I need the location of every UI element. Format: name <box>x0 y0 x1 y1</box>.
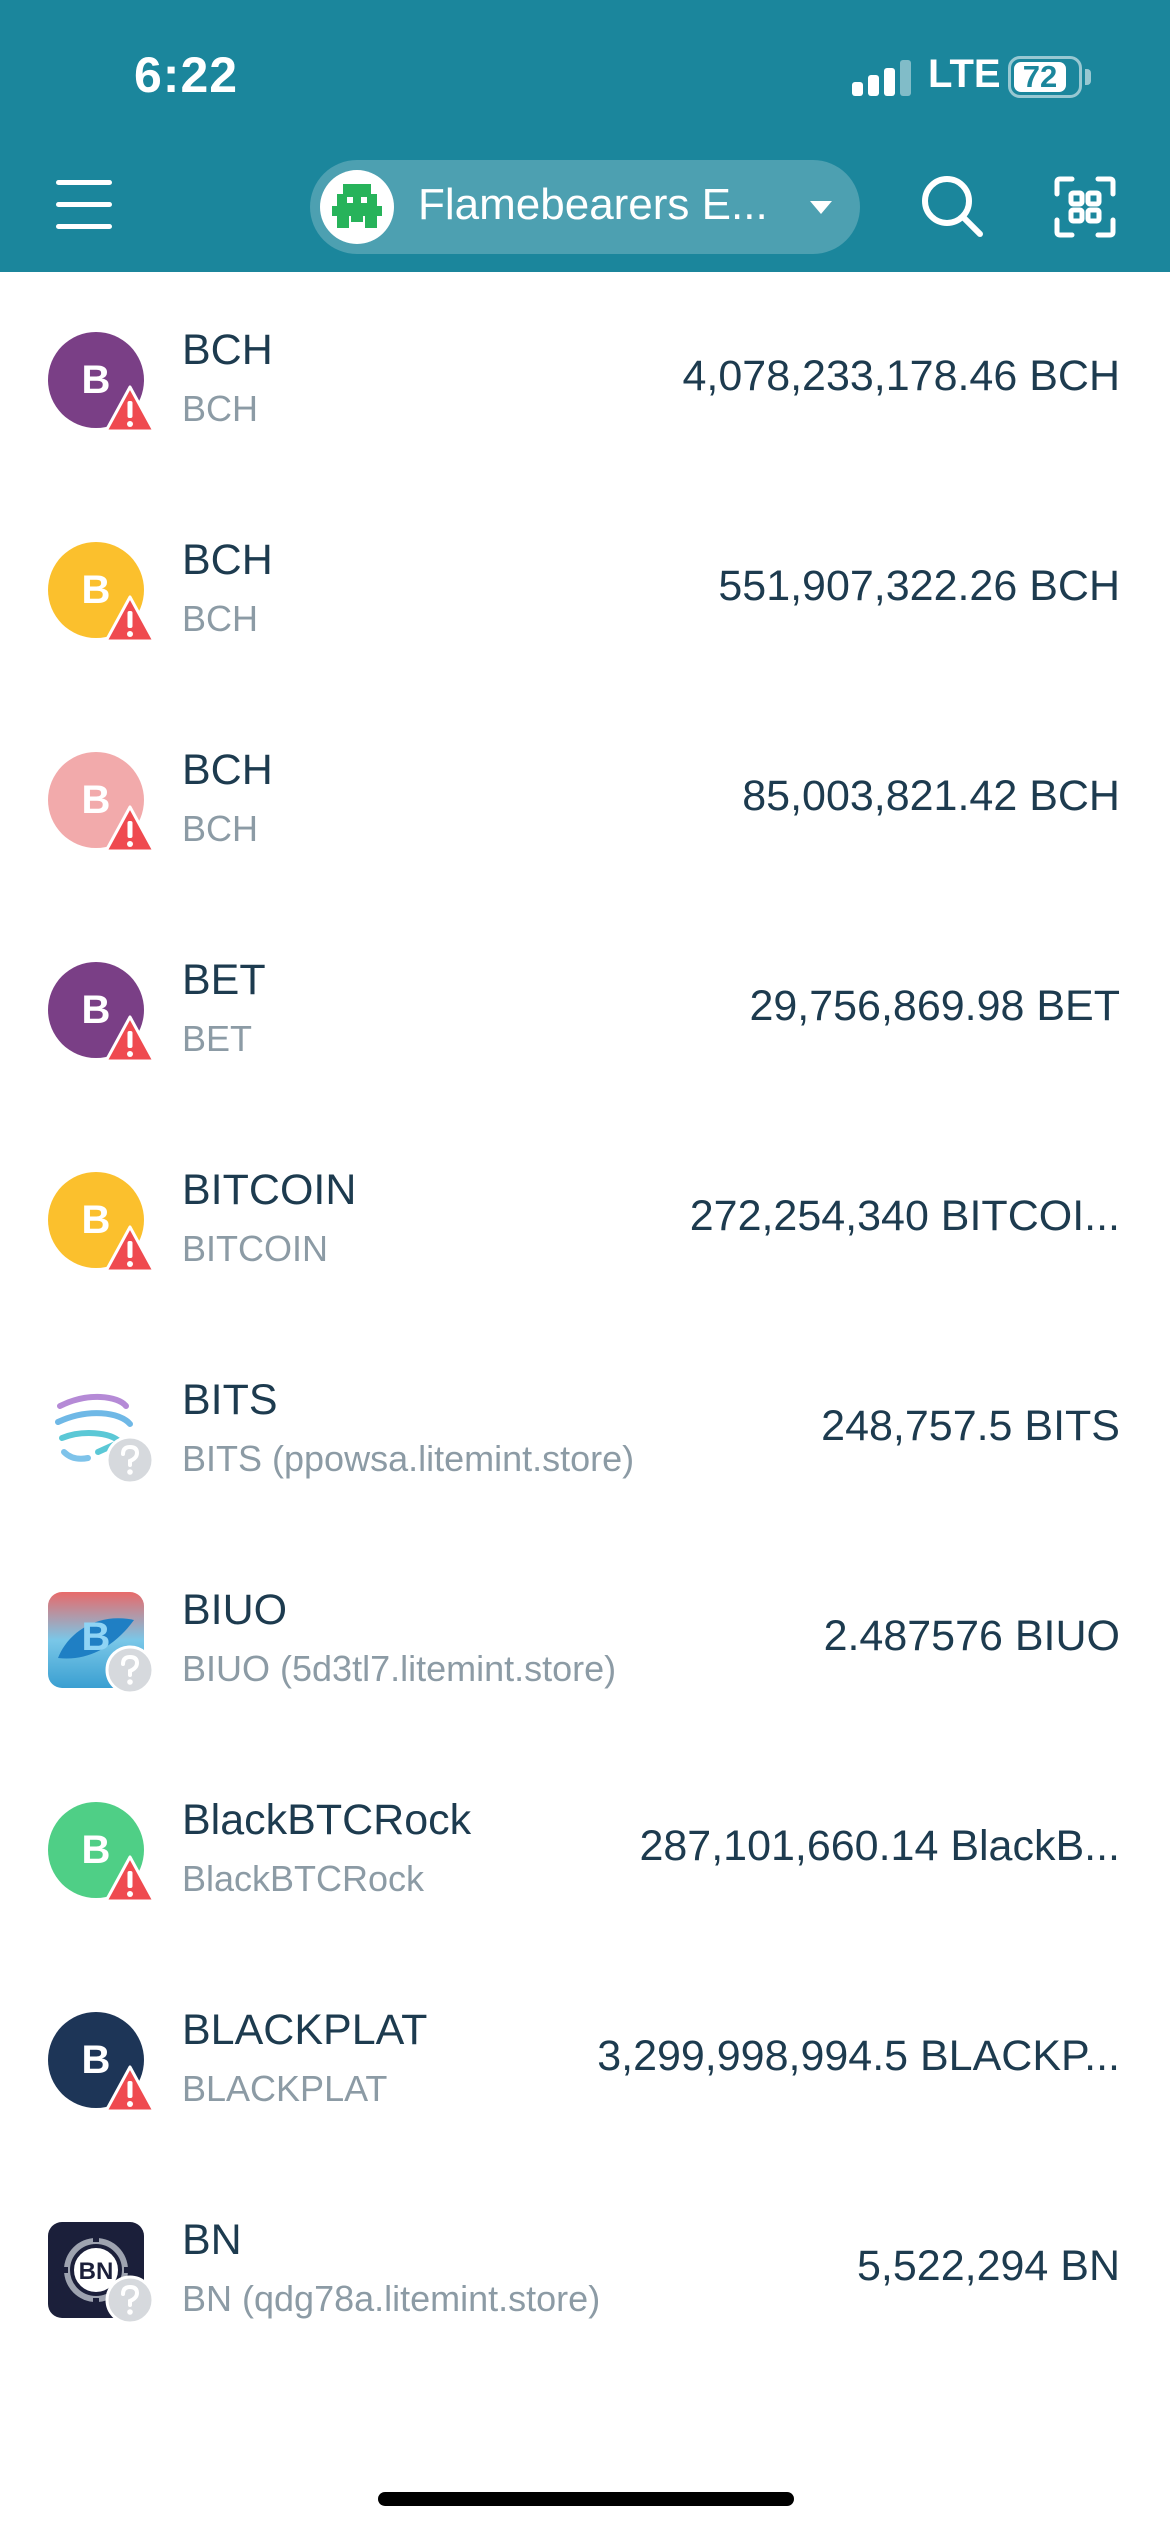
token-balance: 29,756,869.98 BET <box>749 982 1120 1030</box>
top-bar: 6:22 LTE 72 Flamebearers E... <box>0 0 1170 272</box>
warning-icon <box>104 1015 156 1063</box>
account-name: Flamebearers E... <box>418 180 768 229</box>
token-name: BN <box>182 2216 242 2264</box>
qr-scan-icon[interactable] <box>1054 176 1116 238</box>
token-row[interactable]: B BlackBTCRock BlackBTCRock 287,101,660.… <box>0 1742 1170 1952</box>
token-row[interactable]: B BCH BCH 85,003,821.42 BCH <box>0 692 1170 902</box>
token-row[interactable]: BITS BITS (ppowsa.litemint.store) 248,75… <box>0 1322 1170 1532</box>
token-code: BCH <box>182 808 259 849</box>
warning-icon <box>104 1225 156 1273</box>
token-code: BET <box>182 1018 253 1059</box>
token-name: BCH <box>182 746 273 794</box>
token-name: BET <box>182 956 266 1004</box>
battery-icon: 72 <box>1008 56 1082 98</box>
token-list: B BCH BCH 4,078,233,178.46 BCH B BCH BCH… <box>0 272 1170 2372</box>
account-selector[interactable]: Flamebearers E... <box>310 160 860 254</box>
question-icon <box>105 1645 155 1695</box>
token-row[interactable]: B BET BET 29,756,869.98 BET <box>0 902 1170 1112</box>
token-name: BITCOIN <box>182 1166 357 1214</box>
token-balance: 3,299,998,994.5 BLACKP... <box>597 2032 1120 2080</box>
home-indicator[interactable] <box>378 2492 794 2506</box>
cellular-signal-icon <box>852 60 912 96</box>
warning-icon <box>104 385 156 433</box>
token-code: BITCOIN <box>182 1228 329 1269</box>
token-name: BCH <box>182 536 273 584</box>
token-balance: 5,522,294 BN <box>857 2242 1120 2290</box>
battery-level: 72 <box>1022 59 1058 94</box>
warning-icon <box>104 1855 156 1903</box>
token-issuer: BN (qdg78a.litemint.store) <box>182 2278 601 2319</box>
token-row[interactable]: B BIUO BIUO (5d3tl7.litemint.store) 2.48… <box>0 1532 1170 1742</box>
token-code: BlackBTCRock <box>182 1858 425 1899</box>
token-balance: 85,003,821.42 BCH <box>742 772 1120 820</box>
token-row[interactable]: B BLACKPLAT BLACKPLAT 3,299,998,994.5 BL… <box>0 1952 1170 2162</box>
token-balance: 2.487576 BIUO <box>823 1612 1120 1660</box>
battery-cap <box>1085 69 1091 85</box>
token-name: BIUO <box>182 1586 288 1634</box>
token-code: BCH <box>182 388 259 429</box>
token-balance: 287,101,660.14 BlackB... <box>639 1822 1120 1870</box>
token-balance: 248,757.5 BITS <box>821 1402 1120 1450</box>
token-code: BCH <box>182 598 259 639</box>
status-time: 6:22 <box>134 47 239 103</box>
token-balance: 551,907,322.26 BCH <box>718 562 1120 610</box>
warning-icon <box>104 2065 156 2113</box>
token-balance: 272,254,340 BITCOI... <box>689 1192 1120 1240</box>
warning-icon <box>104 595 156 643</box>
token-code: BLACKPLAT <box>182 2068 388 2109</box>
token-row[interactable]: BN BN BN (qdg78a.litemint.store) 5,522,2… <box>0 2162 1170 2372</box>
token-row[interactable]: B BCH BCH 4,078,233,178.46 BCH <box>0 272 1170 482</box>
question-icon <box>105 1435 155 1485</box>
chevron-down-icon <box>810 201 832 214</box>
account-avatar-icon <box>320 170 394 244</box>
token-issuer: BIUO (5d3tl7.litemint.store) <box>182 1648 617 1689</box>
token-name: BLACKPLAT <box>182 2006 428 2054</box>
menu-button[interactable] <box>56 180 112 230</box>
token-name: BITS <box>182 1376 278 1424</box>
token-issuer: BITS (ppowsa.litemint.store) <box>182 1438 635 1479</box>
warning-icon <box>104 805 156 853</box>
token-name: BlackBTCRock <box>182 1796 472 1844</box>
token-balance: 4,078,233,178.46 BCH <box>682 352 1121 400</box>
network-type: LTE <box>928 52 1001 96</box>
search-icon[interactable] <box>916 170 988 242</box>
question-icon <box>105 2275 155 2325</box>
token-row[interactable]: B BCH BCH 551,907,322.26 BCH <box>0 482 1170 692</box>
token-row[interactable]: B BITCOIN BITCOIN 272,254,340 BITCOI... <box>0 1112 1170 1322</box>
token-name: BCH <box>182 326 273 374</box>
